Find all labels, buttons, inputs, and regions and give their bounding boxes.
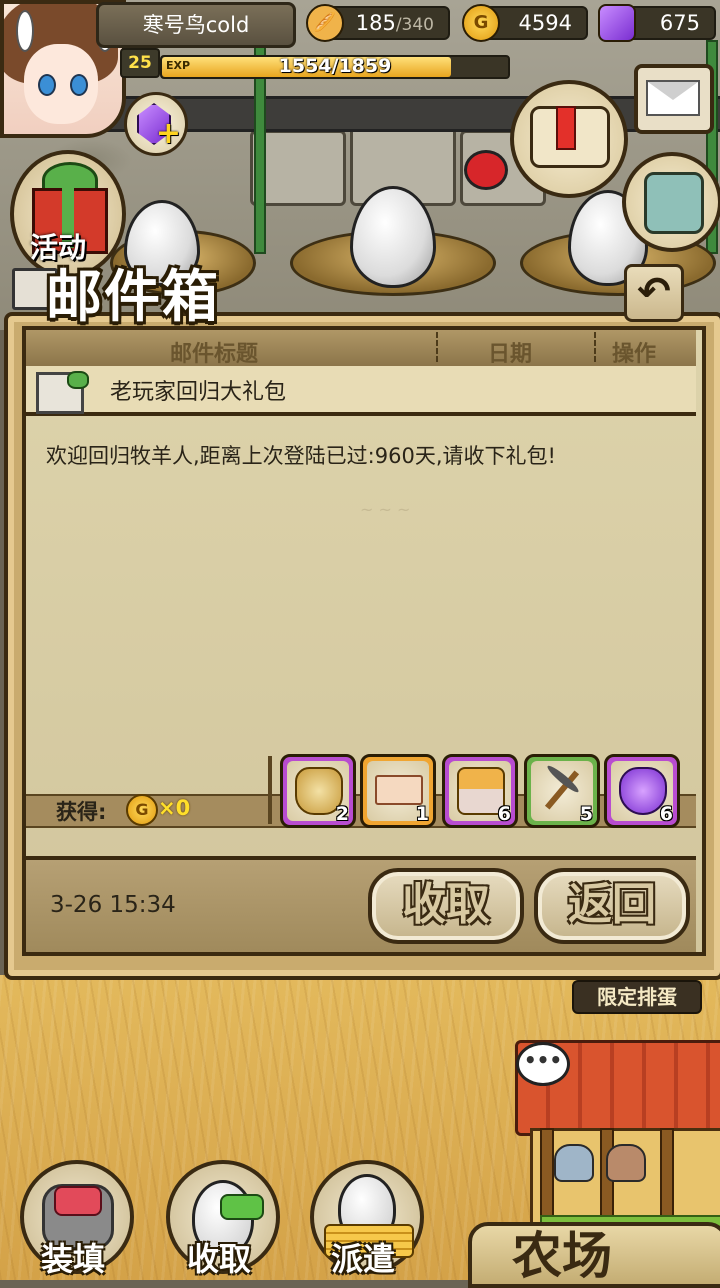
avatar-eye <box>70 74 88 96</box>
reward-divider <box>268 756 272 824</box>
return-button[interactable]: 返回 <box>534 868 690 944</box>
ladybug-icon <box>464 150 508 190</box>
load-label: 装填 <box>40 1240 105 1278</box>
gold-value: 4594 <box>518 11 572 35</box>
load-button[interactable]: 装填 <box>14 1160 134 1280</box>
item-quantity: 6 <box>659 803 673 825</box>
gold-counter[interactable]: G 4594 <box>462 4 588 42</box>
dispatch-label: 派遣 <box>330 1240 395 1278</box>
item-quantity: 1 <box>415 803 429 825</box>
column-title: 邮件标题 <box>170 342 259 367</box>
item-quantity: 6 <box>497 803 511 825</box>
column-divider <box>436 332 438 362</box>
collect-nav-button[interactable]: 收取 <box>160 1160 280 1280</box>
envelope-icon <box>646 80 700 116</box>
item-quantity: 2 <box>335 803 349 825</box>
bread-max: /340 <box>395 15 434 35</box>
bunny-ear <box>16 10 34 52</box>
horse <box>554 1144 594 1182</box>
mail-button[interactable] <box>634 64 714 134</box>
exp-value: 1554/1859 <box>278 55 392 77</box>
pickaxe-icon <box>539 763 583 811</box>
mail-body: 欢迎回归牧羊人,距离上次登陆已过:960天,请收下礼包! <box>46 444 556 468</box>
plus-icon: + <box>155 116 181 151</box>
column-divider <box>594 332 596 362</box>
player-level: 25 <box>120 48 160 78</box>
arrow-icon <box>54 1186 102 1216</box>
arrow-icon <box>220 1194 264 1220</box>
gold-coin-icon: G <box>462 4 500 42</box>
backpack-button[interactable] <box>622 152 720 252</box>
gift-mail-icon <box>36 371 89 414</box>
mail-list-item[interactable]: 老玩家回归大礼包 <box>26 366 696 416</box>
gift-bow <box>67 371 89 389</box>
map-watermark: ~ ~ ~ <box>360 500 411 519</box>
reward-item-potion[interactable]: 6 <box>604 754 680 828</box>
mail-title: 老玩家回归大礼包 <box>110 380 287 405</box>
quest-scroll-button[interactable] <box>510 80 628 198</box>
player-name: 寒号鸟cold <box>96 2 296 48</box>
mail-table-header: 邮件标题 日期 操作 <box>26 330 696 367</box>
dispatch-button[interactable]: 派遣 <box>304 1160 424 1280</box>
exp-bar: EXP 1554/1859 <box>160 55 510 79</box>
reward-item-gold-sack[interactable]: 2 <box>280 754 356 828</box>
bread-value: 185 <box>355 11 396 35</box>
column-date: 日期 <box>488 342 533 367</box>
gold-coin-icon: G <box>126 794 158 826</box>
mail-date: 3-26 15:34 <box>50 892 176 918</box>
avatar-eye <box>38 74 56 96</box>
farm-label: 农场 <box>512 1227 612 1285</box>
horse <box>606 1144 646 1182</box>
collect-button[interactable]: 收取 <box>368 868 524 944</box>
limited-tag[interactable]: 限定排蛋 <box>572 980 702 1014</box>
gem-counter[interactable]: 675 <box>598 4 716 42</box>
back-button[interactable]: ↶ <box>624 264 684 322</box>
ticket-icon <box>375 775 423 805</box>
reward-item-ticket[interactable]: 1 <box>360 754 436 828</box>
mailbox-title: 邮件箱 <box>46 265 220 330</box>
backpack-icon <box>644 172 704 234</box>
column-action: 操作 <box>612 342 657 367</box>
collect-label: 收取 <box>186 1240 251 1278</box>
alert-icon <box>556 106 576 150</box>
reward-item-pickaxe[interactable]: 5 <box>524 754 600 828</box>
reward-item-bread-basket[interactable]: 6 <box>442 754 518 828</box>
bread-counter[interactable]: 🥖 185/340 <box>306 4 450 42</box>
speech-bubble-icon: ••• <box>516 1042 570 1086</box>
gain-label: 获得: <box>56 800 107 824</box>
purple-gem-icon <box>598 4 636 42</box>
gain-gold-amount: ×0 <box>158 796 191 820</box>
add-gem-button[interactable]: + <box>124 92 188 156</box>
gem-value: 675 <box>659 11 700 35</box>
bread-icon: 🥖 <box>306 4 344 42</box>
item-quantity: 5 <box>579 803 593 825</box>
